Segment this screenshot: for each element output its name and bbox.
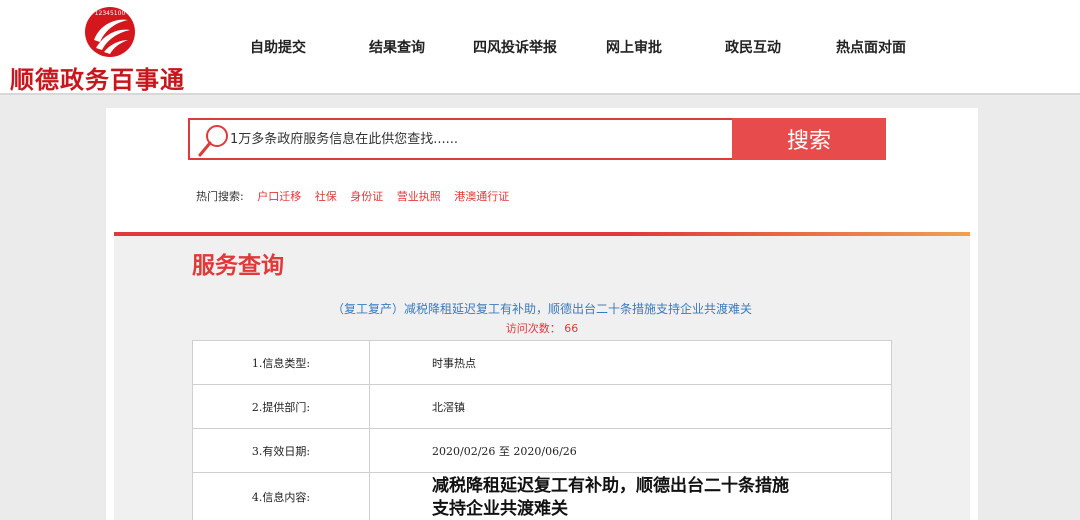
info-type-value: 时事热点 bbox=[369, 340, 892, 385]
nav-hot-topics[interactable]: 热点面对面 bbox=[836, 37, 906, 57]
info-content-line-2: 支持企业共渡难关 bbox=[432, 498, 568, 519]
section-title: 服务查询 bbox=[192, 253, 284, 279]
hot-link-hk-macau-permit[interactable]: 港澳通行证 bbox=[454, 190, 509, 203]
info-table: 1.信息类型: 时事热点 2.提供部门: 北滘镇 3.有效日期: 2020/02… bbox=[192, 340, 892, 520]
visit-count-value: 66 bbox=[564, 322, 579, 335]
magnifier-icon bbox=[198, 125, 228, 157]
table-row: 2.提供部门: 北滘镇 bbox=[192, 384, 892, 429]
hot-link-business-license[interactable]: 营业执照 bbox=[397, 190, 441, 203]
valid-date-label: 3.有效日期: bbox=[192, 428, 370, 473]
site-logo[interactable]: 12345100 顺德政务百事通 bbox=[6, 4, 216, 94]
hot-link-hukou[interactable]: 户口迁移 bbox=[257, 190, 301, 203]
hot-link-social-security[interactable]: 社保 bbox=[315, 190, 337, 203]
emblem-number: 12345100 bbox=[95, 10, 126, 17]
swirl-emblem-icon: 12345100 bbox=[85, 7, 135, 57]
hot-link-id-card[interactable]: 身份证 bbox=[350, 190, 383, 203]
nav-citizen-interaction[interactable]: 政民互动 bbox=[725, 37, 781, 57]
top-header: 12345100 顺德政务百事通 自助提交 结果查询 四风投诉举报 网上审批 政… bbox=[0, 0, 1080, 95]
info-type-label: 1.信息类型: bbox=[192, 340, 370, 385]
table-row: 1.信息类型: 时事热点 bbox=[192, 340, 892, 385]
nav-result-query[interactable]: 结果查询 bbox=[369, 37, 425, 57]
table-row: 4.信息内容: 减税降租延迟复工有补助，顺德出台二十条措施 支持企业共渡难关 bbox=[192, 472, 892, 520]
valid-date-value: 2020/02/26 至 2020/06/26 bbox=[369, 428, 892, 473]
search-bar: 搜索 bbox=[188, 118, 886, 160]
department-label: 2.提供部门: bbox=[192, 384, 370, 429]
service-content: 服务查询 （复工复产）减税降租延迟复工有补助，顺德出台二十条措施支持企业共渡难关… bbox=[114, 236, 970, 520]
visit-count: 访问次数： 66 bbox=[114, 320, 970, 336]
nav-complaint-report[interactable]: 四风投诉举报 bbox=[473, 37, 557, 57]
hot-search: 热门搜索: 户口迁移 社保 身份证 营业执照 港澳通行证 bbox=[196, 188, 509, 204]
info-content-line-1: 减税降租延迟复工有补助，顺德出台二十条措施 bbox=[432, 475, 789, 496]
nav-self-submit[interactable]: 自助提交 bbox=[250, 37, 306, 57]
department-value: 北滘镇 bbox=[369, 384, 892, 429]
search-input[interactable] bbox=[230, 128, 730, 150]
visit-count-label: 访问次数： bbox=[505, 322, 561, 335]
main-panel: 搜索 热门搜索: 户口迁移 社保 身份证 营业执照 港澳通行证 服务查询 （复工… bbox=[106, 108, 978, 520]
table-row: 3.有效日期: 2020/02/26 至 2020/06/26 bbox=[192, 428, 892, 473]
info-content-label: 4.信息内容: bbox=[192, 472, 370, 520]
search-button[interactable]: 搜索 bbox=[732, 118, 886, 160]
article-title[interactable]: （复工复产）减税降租延迟复工有补助，顺德出台二十条措施支持企业共渡难关 bbox=[114, 300, 970, 317]
info-content-value: 减税降租延迟复工有补助，顺德出台二十条措施 支持企业共渡难关 bbox=[369, 472, 892, 520]
site-name: 顺德政务百事通 bbox=[10, 65, 185, 94]
nav-online-approval[interactable]: 网上审批 bbox=[606, 37, 662, 57]
hot-search-label: 热门搜索: bbox=[196, 190, 244, 203]
